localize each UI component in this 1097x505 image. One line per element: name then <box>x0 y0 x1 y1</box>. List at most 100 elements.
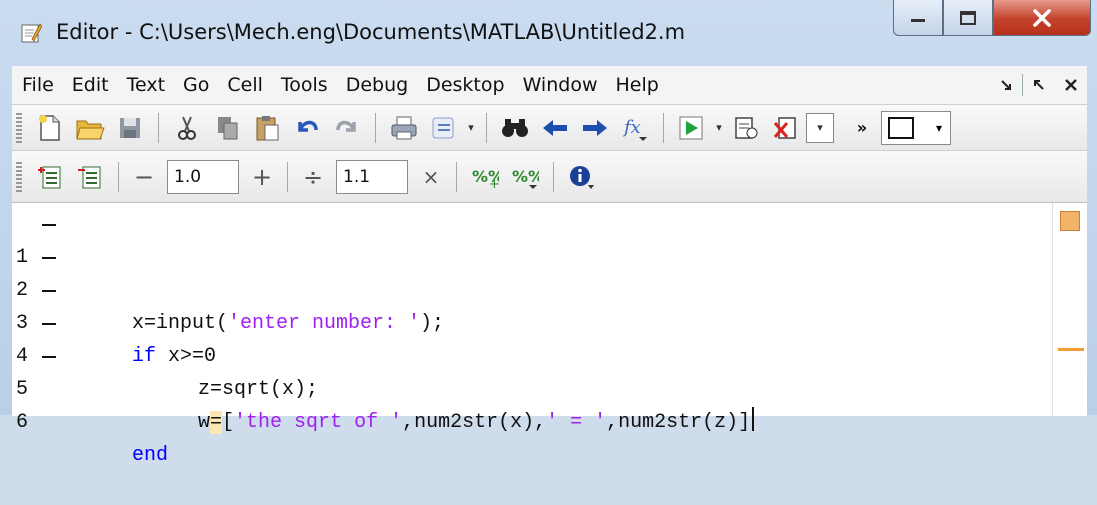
code-token: [ <box>222 411 235 434</box>
dock-icon[interactable] <box>990 66 1022 104</box>
code-token: ,num2str(z)] <box>606 411 751 434</box>
function-browser-icon[interactable]: fx <box>618 111 652 145</box>
title-bar[interactable]: Editor - C:\Users\Mech.eng\Documents\MAT… <box>0 0 1097 64</box>
message-bar[interactable] <box>1052 203 1087 416</box>
code-line[interactable]: 2 if x>=0 <box>12 241 1042 368</box>
menu-debug[interactable]: Debug <box>337 66 417 104</box>
remove-cell-divider-icon[interactable] <box>73 160 107 194</box>
cell-toolbar: − 1.0 + ÷ 1.1 × %%+ %% <box>12 150 1087 202</box>
code-text: end <box>132 439 168 472</box>
chevron-down-icon: ▾ <box>935 120 942 135</box>
breakpoint-dropdown-icon[interactable]: ▾ <box>806 112 834 143</box>
toolbar-overflow-icon[interactable]: » <box>852 111 872 145</box>
main-toolbar: ▾ fx ▾ ▾ » ▾ <box>12 104 1087 150</box>
breakpoint-marker[interactable] <box>42 356 56 358</box>
breakpoint-marker[interactable] <box>42 257 56 259</box>
toolbar-separator <box>287 161 288 192</box>
breakpoint-marker[interactable] <box>42 224 56 226</box>
code-line[interactable]: 5 end <box>12 340 1042 467</box>
divide-button[interactable]: ÷ <box>296 163 330 191</box>
menu-text[interactable]: Text <box>118 66 174 104</box>
code-token: ,num2str(x), <box>402 411 547 434</box>
toolbar-separator <box>456 161 457 192</box>
cell-scale-input[interactable]: 1.1 <box>336 159 408 194</box>
cell-step-input[interactable]: 1.0 <box>167 159 239 194</box>
breakpoint-marker[interactable] <box>42 290 56 292</box>
menu-tools[interactable]: Tools <box>272 66 337 104</box>
single-pane-icon <box>888 116 914 139</box>
string-literal: 'the sqrt of ' <box>234 411 403 434</box>
warning-highlight[interactable]: = <box>210 411 223 434</box>
forward-arrow-icon[interactable] <box>578 111 612 145</box>
menu-window[interactable]: Window <box>514 66 607 104</box>
code-token: w <box>198 411 211 434</box>
toolbar-separator <box>486 112 487 143</box>
code-line[interactable]: 4 w=['the sqrt of ',num2str(x),' = ',num… <box>12 307 1042 434</box>
run-dropdown-icon[interactable]: ▾ <box>712 111 726 145</box>
svg-text:+: + <box>489 177 499 190</box>
decrement-button[interactable]: − <box>127 163 161 191</box>
menu-desktop[interactable]: Desktop <box>417 66 513 104</box>
editor-window: Editor - C:\Users\Mech.eng\Documents\MAT… <box>0 0 1097 467</box>
insert-cell-divider-icon[interactable] <box>33 160 67 194</box>
show-cell-titles-icon[interactable]: %%+ <box>468 160 502 194</box>
multiply-button[interactable]: × <box>414 165 448 189</box>
menu-edit[interactable]: Edit <box>63 66 118 104</box>
print-icon[interactable] <box>387 111 421 145</box>
text-cursor <box>752 407 755 431</box>
minimize-button[interactable] <box>893 0 943 36</box>
menu-window-controls <box>990 66 1087 104</box>
warning-marker[interactable] <box>1058 348 1084 351</box>
increment-button[interactable]: + <box>245 163 279 191</box>
back-arrow-icon[interactable] <box>538 111 572 145</box>
toolbar-separator <box>375 112 376 143</box>
svg-text:%%: %% <box>512 167 539 186</box>
caption-buttons <box>893 0 1091 38</box>
maximize-button[interactable] <box>943 0 993 36</box>
clear-breakpoints-icon[interactable] <box>769 111 803 145</box>
undo-icon[interactable] <box>290 111 324 145</box>
line-number: 6 <box>16 411 29 434</box>
warning-status-indicator[interactable] <box>1060 211 1080 231</box>
cut-icon[interactable] <box>170 111 204 145</box>
run-icon[interactable] <box>675 111 709 145</box>
svg-text:fx: fx <box>622 117 641 138</box>
toolbar-separator <box>118 161 119 192</box>
toolbar-separator <box>553 161 554 192</box>
code-editor[interactable]: 1 x=input('enter number: '); 2 if x>=0 3… <box>12 202 1087 467</box>
code-line[interactable]: 6 <box>12 373 1042 434</box>
publish-dropdown-icon[interactable]: ▾ <box>464 111 478 145</box>
code-text: w=['the sqrt of ',num2str(x),' = ',num2s… <box>198 406 755 439</box>
new-file-icon[interactable] <box>33 111 67 145</box>
find-icon[interactable] <box>498 111 532 145</box>
keyword: end <box>132 444 169 467</box>
close-button[interactable] <box>993 0 1091 36</box>
menu-bar: File Edit Text Go Cell Tools Debug Deskt… <box>12 66 1087 104</box>
copy-icon[interactable] <box>210 111 244 145</box>
undock-icon[interactable] <box>1023 66 1055 104</box>
show-cell-code-icon[interactable]: %% <box>508 160 542 194</box>
string-literal: ' = ' <box>546 411 607 434</box>
menu-go[interactable]: Go <box>174 66 218 104</box>
save-icon[interactable] <box>113 111 147 145</box>
editor-app-icon <box>21 23 42 43</box>
paste-icon[interactable] <box>250 111 284 145</box>
set-breakpoint-icon[interactable] <box>729 111 763 145</box>
toolbar-grip[interactable] <box>16 161 22 192</box>
publish-icon[interactable] <box>427 111 461 145</box>
code-line[interactable]: 3 z=sqrt(x); <box>12 274 1042 401</box>
close-icon <box>1033 8 1051 27</box>
maximize-icon <box>960 10 976 25</box>
close-document-icon[interactable] <box>1055 66 1087 104</box>
menu-cell[interactable]: Cell <box>218 66 272 104</box>
redo-icon[interactable] <box>330 111 364 145</box>
info-icon[interactable] <box>565 160 599 194</box>
menu-file[interactable]: File <box>12 66 63 104</box>
code-line[interactable]: 1 x=input('enter number: '); <box>12 208 1042 335</box>
layout-selector[interactable]: ▾ <box>881 110 951 145</box>
toolbar-grip[interactable] <box>16 112 22 143</box>
breakpoint-marker[interactable] <box>42 323 56 325</box>
toolbar-separator <box>158 112 159 143</box>
menu-help[interactable]: Help <box>606 66 667 104</box>
open-folder-icon[interactable] <box>73 111 107 145</box>
